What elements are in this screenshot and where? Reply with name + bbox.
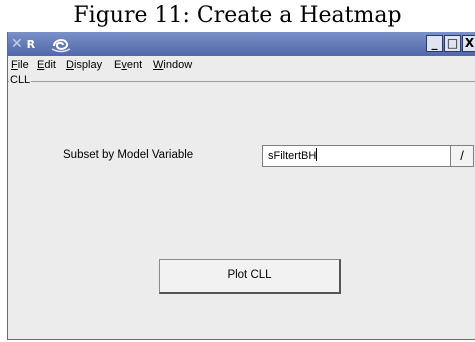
- xr-logo: ✕ R: [11, 35, 45, 53]
- menu-file-mnemonic: F: [11, 59, 18, 71]
- subset-edit-button[interactable]: /: [450, 145, 474, 167]
- menu-display-rest: isplay: [73, 59, 103, 71]
- app-window: ✕ R _ □ X File Edit Display Event Window…: [7, 32, 475, 340]
- menu-window-mnemonic: W: [153, 59, 164, 71]
- figure-caption: Figure 11: Create a Heatmap: [73, 3, 402, 28]
- menu-edit-rest: dit: [44, 59, 56, 71]
- subset-input-value: sFiltertBH: [268, 150, 317, 162]
- maximize-button[interactable]: □: [444, 35, 461, 52]
- menu-file[interactable]: File: [11, 59, 29, 71]
- menu-event-rest: ent: [126, 59, 143, 71]
- text-caret: [316, 148, 318, 161]
- plot-cll-button[interactable]: Plot CLL: [159, 259, 341, 294]
- group-label: CLL: [9, 74, 32, 86]
- x-mark-icon: ✕: [11, 36, 23, 52]
- close-button[interactable]: X: [462, 35, 475, 52]
- cll-group: CLL: [8, 74, 475, 339]
- menu-edit[interactable]: Edit: [37, 59, 56, 71]
- logo-text: R: [26, 38, 36, 51]
- minimize-button[interactable]: _: [426, 35, 443, 52]
- menu-display[interactable]: Display: [66, 59, 102, 71]
- menu-file-rest: ile: [17, 59, 29, 71]
- menu-window-rest: indow: [163, 59, 193, 71]
- menu-window[interactable]: Window: [153, 59, 192, 71]
- title-bar[interactable]: ✕ R _ □ X: [8, 32, 475, 56]
- menu-event[interactable]: Event: [114, 59, 142, 71]
- menu-bar: File Edit Display Event Window: [8, 56, 475, 76]
- menu-display-mnemonic: D: [66, 59, 74, 71]
- subset-label: Subset by Model Variable: [63, 149, 194, 161]
- subset-input[interactable]: sFiltertBH: [262, 145, 450, 167]
- swirl-icon: [51, 39, 71, 53]
